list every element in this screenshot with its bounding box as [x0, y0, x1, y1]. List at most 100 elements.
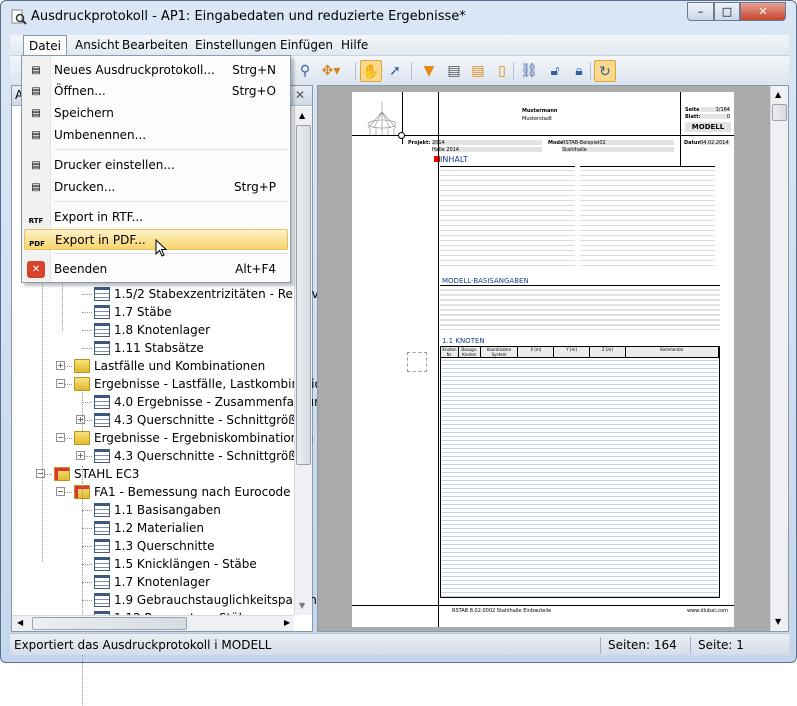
tree-item-label: 1.7 Knotenlager [114, 575, 211, 589]
menu-item-print[interactable]: ▤ Drucken... Strg+P [24, 177, 288, 198]
status-message: Exportiert das Ausdruckprotokoll i MODEL… [14, 638, 272, 652]
menu-item-export-rtf[interactable]: RTF Export in RTF... [24, 207, 288, 228]
menu-item-label: Drucker einstellen... [54, 158, 175, 172]
tree-horizontal-scrollbar[interactable]: ◀ ▶ [12, 615, 294, 631]
menu-datei[interactable]: Datei [23, 35, 68, 56]
tree-item-label: 1.1 Basisangaben [114, 503, 221, 517]
export-rtf-icon: RTF [28, 217, 44, 225]
table-icon [94, 575, 110, 589]
doc-project-label: Projekt: [408, 140, 431, 146]
expand-toggle[interactable]: − [56, 487, 65, 496]
table-icon [94, 287, 110, 301]
tree-item-label: 1.5/2 Stabexzentrizitäten - Relativ [114, 287, 319, 301]
tree-item-label: STAHL EC3 [74, 467, 140, 481]
expand-toggle[interactable]: + [76, 415, 85, 424]
tree-item[interactable]: 1.5/2 Stabexzentrizitäten - Relativ [94, 285, 319, 303]
open-icon: ▤ [31, 86, 41, 97]
unlock-icon[interactable]: 🔓︎ [544, 60, 566, 82]
menu-bearbeiten[interactable]: Bearbeiten [117, 37, 193, 53]
tree-item-label: 4.3 Querschnitte - Schnittgrößen [114, 413, 311, 427]
tree-item-label: 1.11 Stabsätze [114, 341, 204, 355]
folder-icon [54, 467, 70, 481]
tree-item[interactable]: Ergebnisse - Ergebniskombinationen [74, 429, 313, 447]
tree-item[interactable]: 4.3 Querschnitte - Schnittgrößen [94, 447, 311, 465]
filter-page-icon[interactable]: ▼ [418, 60, 440, 82]
table-icon [94, 395, 110, 409]
menu-bar: Datei Ansicht Bearbeiten Einstellungen E… [10, 35, 789, 56]
tree-vertical-scrollbar[interactable]: ▲ ▼ [294, 107, 312, 615]
menu-item-printer-settings[interactable]: ▤ Drucker einstellen... [24, 155, 288, 176]
menu-item-label: Speichern [54, 106, 114, 120]
table-icon [94, 521, 110, 535]
table-icon [94, 305, 110, 319]
tree-item[interactable]: 1.7 Stäbe [94, 303, 172, 321]
expand-toggle[interactable]: + [56, 361, 65, 370]
menu-item-rename[interactable]: ▤ Umbenennen... [24, 125, 288, 146]
knoten-column-header: X [m] [518, 347, 555, 357]
menu-item-label: Export in PDF... [55, 233, 146, 247]
menu-item-save[interactable]: ▤ Speichern [24, 103, 288, 124]
doc-footer-right: www.dlubal.com [687, 608, 729, 614]
table-icon [94, 593, 110, 607]
tree-item[interactable]: 1.2 Materialien [94, 519, 204, 537]
table-icon [94, 449, 110, 463]
maximize-button[interactable]: □ [714, 2, 740, 21]
search-icon[interactable]: ⚲ [294, 60, 316, 82]
tree-item[interactable]: 1.11 Stabsätze [94, 339, 204, 357]
panel-close-icon[interactable]: ✕ [295, 88, 305, 102]
link-icon[interactable]: ⛓ [518, 60, 540, 82]
table-icon [94, 413, 110, 427]
minimize-button[interactable]: – [687, 2, 714, 21]
expand-toggle[interactable]: − [36, 469, 45, 478]
status-pages: Seiten: 164 [608, 638, 677, 652]
menu-item-exit[interactable]: ✕ Beenden Alt+F4 [24, 259, 288, 280]
close-button[interactable]: ✕ [740, 2, 786, 21]
select-pointer-icon[interactable]: ➚ [384, 60, 406, 82]
toc-left [440, 166, 575, 266]
tree-item[interactable]: 1.3 Querschnitte [94, 537, 214, 555]
section-knoten: 1.1 KNOTEN [442, 337, 485, 345]
tree-item[interactable]: 1.7 Knotenlager [94, 573, 210, 591]
exit-icon: ✕ [27, 261, 45, 278]
refresh-icon[interactable]: ↻ [594, 60, 616, 82]
tree-item[interactable]: STAHL EC3 [54, 465, 139, 483]
doc-model-sub: Stahlhalle [562, 147, 674, 153]
preview-vertical-scrollbar[interactable]: ▲ ▼ [770, 86, 788, 631]
tree-item[interactable]: 4.3 Querschnitte - Schnittgrößen [94, 411, 311, 429]
expand-toggle[interactable]: + [76, 451, 85, 460]
tree-item[interactable]: Lastfälle und Kombinationen [74, 357, 265, 375]
expand-toggle[interactable]: − [56, 379, 65, 388]
knoten-column-header: Knoten Nr. [441, 347, 459, 357]
menu-item-label: Umbenennen... [54, 128, 147, 142]
menu-item-shortcut: Alt+F4 [235, 262, 276, 276]
hand-tool-icon[interactable]: ✋ [360, 60, 382, 82]
doc-city: Musterstadt [522, 116, 552, 122]
status-bar: Exportiert das Ausdruckprotokoll i MODEL… [10, 633, 789, 655]
preview-page[interactable]: Mustermann Musterstadt Seite: 1/164 Blat… [352, 92, 734, 627]
page-layout-icon[interactable]: ✥▾ [320, 60, 342, 82]
expand-toggle[interactable]: − [56, 433, 65, 442]
page-lines-icon[interactable]: ▤ [467, 60, 489, 82]
tree-item[interactable]: FA1 - Bemessung nach Eurocode 3 [74, 483, 302, 501]
basis-table [440, 285, 720, 330]
tree-item[interactable]: 1.8 Knotenlager [94, 321, 210, 339]
tree-item[interactable]: 1.5 Knicklängen - Stäbe [94, 555, 257, 573]
knoten-column-header: Kommentar [625, 347, 720, 357]
lock-icon[interactable]: 🔒︎ [568, 60, 590, 82]
menu-einstellungen[interactable]: Einstellungen [190, 37, 281, 53]
menu-einfuegen[interactable]: Einfügen [275, 37, 338, 53]
blank-page-icon[interactable]: ▯ [491, 60, 513, 82]
menu-item-label: Neues Ausdruckprotokoll... [54, 63, 215, 77]
tree-item-label: Ergebnisse - Ergebniskombinationen [94, 431, 314, 445]
doc-page-value: 1/164 [700, 107, 730, 113]
tree-item-label: 1.2 Materialien [114, 521, 204, 535]
tree-item[interactable]: 1.1 Basisangaben [94, 501, 221, 519]
print-preview-area: Mustermann Musterstadt Seite: 1/164 Blat… [317, 85, 789, 632]
menu-item-new-report[interactable]: ▤ Neues Ausdruckprotokoll... Strg+N [24, 60, 288, 81]
menu-hilfe[interactable]: Hilfe [336, 37, 373, 53]
tree-item-label: 1.8 Knotenlager [114, 323, 211, 337]
printer-settings-icon: ▤ [31, 160, 41, 171]
doc-model-badge: MODELL [685, 122, 731, 132]
page-format-icon[interactable]: ▤ [443, 60, 465, 82]
menu-item-open[interactable]: ▤ Öffnen... Strg+O [24, 81, 288, 102]
